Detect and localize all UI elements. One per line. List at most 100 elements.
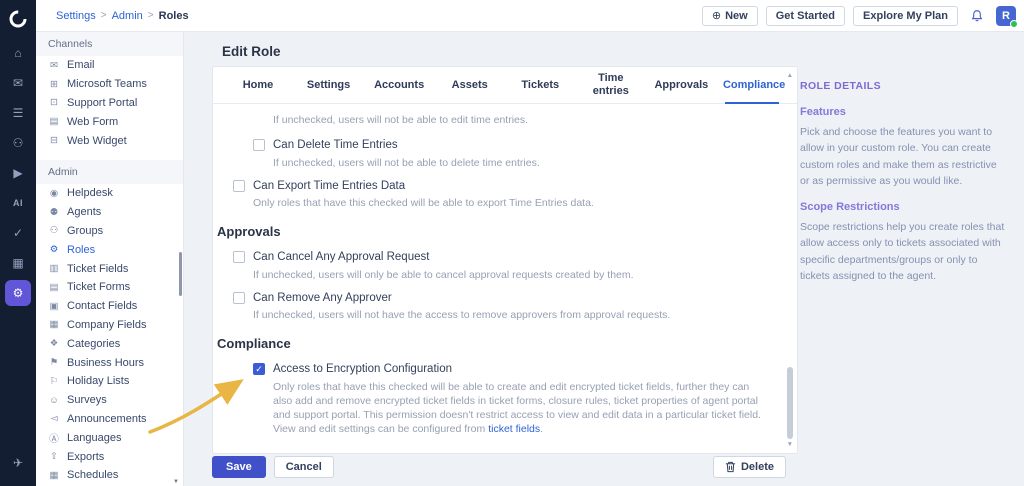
- sidebar-item-agents[interactable]: ⚉ Agents: [36, 203, 183, 222]
- sidebar-scrollbar-thumb[interactable]: [179, 252, 182, 296]
- tab-approvals[interactable]: Approvals: [652, 73, 710, 98]
- can-export-time-entries-checkbox[interactable]: [233, 179, 245, 192]
- sidebar-item-label: Exports: [67, 450, 105, 463]
- permission-row-encryption-configuration: ✓ Access to Encryption Configuration Onl…: [253, 362, 767, 436]
- permission-hint: Only roles that have this checked will b…: [253, 197, 594, 210]
- sidebar-item-label: Helpdesk: [67, 187, 113, 200]
- rail-tasks-icon[interactable]: ✓: [5, 220, 31, 246]
- sidebar-item-web-widget[interactable]: ⊟ Web Widget: [36, 131, 183, 150]
- sidebar-item-groups[interactable]: ⚇ Groups: [36, 222, 183, 241]
- rail-ship-icon[interactable]: ✈: [5, 450, 31, 476]
- plus-circle-icon: ⊕: [711, 10, 722, 22]
- rail-home-icon[interactable]: ⌂: [5, 40, 31, 66]
- sidebar-item-languages[interactable]: Ⓐ Languages: [36, 428, 183, 447]
- can-cancel-approval-checkbox[interactable]: [233, 251, 245, 264]
- sidebar-item-label: Categories: [67, 337, 121, 350]
- sidebar-item-label: Contact Fields: [67, 300, 138, 313]
- rail-solutions-icon[interactable]: ▶: [5, 160, 31, 186]
- rail-customers-icon[interactable]: ⚇: [5, 130, 31, 156]
- permission-label: Can Export Time Entries Data: [253, 179, 406, 192]
- scroll-down-icon[interactable]: ▼: [787, 441, 793, 448]
- topbar-actions: ⊕ New Get Started Explore My Plan R: [701, 5, 1018, 28]
- rail-ai-icon[interactable]: AI: [5, 190, 31, 216]
- permission-hint: Only roles that have this checked will b…: [273, 380, 767, 437]
- sidebar-item-holiday-lists[interactable]: ⚐ Holiday Lists: [36, 372, 183, 391]
- permission-hint: If unchecked, users will only be able to…: [253, 268, 634, 281]
- sidebar-item-announcements[interactable]: ◅ Announcements: [36, 410, 183, 429]
- sidebar-item-label: Web Form: [67, 115, 119, 128]
- rail-reports-icon[interactable]: ▦: [5, 250, 31, 276]
- sidebar-item-label: Support Portal: [67, 96, 138, 109]
- sidebar-item-categories[interactable]: ❖ Categories: [36, 334, 183, 353]
- save-button[interactable]: Save: [212, 456, 266, 478]
- section-heading-approvals: Approvals: [217, 224, 281, 240]
- sidebar-item-support-portal[interactable]: ⊡ Support Portal: [36, 94, 183, 113]
- helpdesk-icon: ◉: [49, 187, 59, 199]
- freshworks-logo[interactable]: [5, 6, 31, 32]
- form-footer: Save Cancel Delete: [212, 456, 798, 478]
- sidebar-item-surveys[interactable]: ☺ Surveys: [36, 391, 183, 410]
- sidebar-item-exports[interactable]: ⇧ Exports: [36, 447, 183, 466]
- sidebar-scroll-down-icon[interactable]: ▼: [173, 479, 179, 485]
- can-delete-time-entries-checkbox[interactable]: [253, 139, 265, 152]
- ticket-fields-link[interactable]: ticket fields: [488, 423, 540, 435]
- sidebar-item-label: Agents: [67, 206, 102, 219]
- sidebar-item-contact-fields[interactable]: ▣ Contact Fields: [36, 297, 183, 316]
- get-started-button[interactable]: Get Started: [765, 5, 846, 26]
- scroll-up-icon[interactable]: ▲: [787, 72, 793, 79]
- company-fields-icon: ▦: [49, 319, 59, 331]
- sidebar-item-microsoft-teams[interactable]: ⊞ Microsoft Teams: [36, 75, 183, 94]
- breadcrumb-separator: >: [100, 10, 107, 21]
- sidebar-item-company-fields[interactable]: ▦ Company Fields: [36, 316, 183, 335]
- breadcrumb: Settings > Admin > Roles: [56, 10, 189, 22]
- teams-icon: ⊞: [50, 78, 58, 90]
- sidebar-item-label: Business Hours: [67, 356, 145, 369]
- rail-contacts-icon[interactable]: ☰: [5, 100, 31, 126]
- sidebar-item-schedules[interactable]: ▦ Schedules: [36, 466, 183, 485]
- rail-admin-gear-icon[interactable]: ⚙: [5, 280, 31, 306]
- features-heading: Features: [800, 106, 846, 118]
- delete-button[interactable]: Delete: [712, 456, 786, 478]
- tab-time-entries[interactable]: Time entries: [582, 66, 640, 103]
- notifications-bell-button[interactable]: [966, 5, 988, 27]
- user-avatar[interactable]: R: [996, 5, 1018, 28]
- tab-home[interactable]: Home: [229, 73, 287, 98]
- web-form-icon: ▤: [49, 116, 59, 128]
- sidebar-item-email[interactable]: ✉ Email: [36, 56, 183, 75]
- encryption-configuration-checkbox[interactable]: ✓: [253, 363, 265, 376]
- explore-my-plan-button[interactable]: Explore My Plan: [853, 5, 958, 26]
- tab-accounts[interactable]: Accounts: [370, 73, 428, 98]
- role-tabs: Home Settings Accounts Assets Tickets Ti…: [213, 67, 797, 104]
- scope-restrictions-heading: Scope Restrictions: [800, 201, 900, 214]
- tab-assets[interactable]: Assets: [441, 73, 499, 98]
- sidebar-item-helpdesk[interactable]: ◉ Helpdesk: [36, 184, 183, 203]
- can-remove-approver-checkbox[interactable]: [233, 291, 245, 304]
- tab-compliance[interactable]: Compliance: [723, 73, 785, 104]
- sidebar-item-ticket-fields[interactable]: ▥ Ticket Fields: [36, 259, 183, 278]
- sidebar-item-roles[interactable]: ⚙ Roles: [36, 240, 183, 259]
- sidebar-item-ticket-forms[interactable]: ▤ Ticket Forms: [36, 278, 183, 297]
- sidebar-item-label: Ticket Fields: [67, 262, 129, 275]
- breadcrumb-settings[interactable]: Settings: [56, 10, 96, 22]
- sidebar-item-business-hours[interactable]: ⚑ Business Hours: [36, 353, 183, 372]
- cancel-button[interactable]: Cancel: [273, 456, 334, 478]
- surveys-icon: ☺: [49, 394, 59, 406]
- sidebar-item-label: Groups: [67, 224, 104, 237]
- logo-swirl-icon: [9, 10, 27, 28]
- rail-tickets-icon[interactable]: ✉: [5, 70, 31, 96]
- contact-fields-icon: ▣: [49, 300, 59, 312]
- portal-icon: ⊡: [50, 97, 58, 109]
- tab-tickets[interactable]: Tickets: [511, 73, 569, 98]
- permission-label: Can Cancel Any Approval Request: [253, 251, 430, 264]
- breadcrumb-admin[interactable]: Admin: [112, 10, 143, 22]
- delete-button-label: Delete: [740, 461, 774, 473]
- new-button[interactable]: ⊕ New: [701, 5, 758, 26]
- web-widget-icon: ⊟: [50, 135, 58, 147]
- app-rail: ⌂ ✉ ☰ ⚇ ▶ AI ✓ ▦ ⚙ ✈: [0, 0, 36, 486]
- sidebar-item-web-form[interactable]: ▤ Web Form: [36, 112, 183, 131]
- holiday-lists-icon: ⚐: [49, 375, 59, 387]
- card-scrollbar-thumb[interactable]: [787, 367, 793, 439]
- tab-settings[interactable]: Settings: [300, 73, 358, 98]
- permission-row-cancel-approval: Can Cancel Any Approval Request If unche…: [233, 250, 767, 282]
- permission-row-delete-time-entries: Can Delete Time Entries If unchecked, us…: [253, 138, 767, 170]
